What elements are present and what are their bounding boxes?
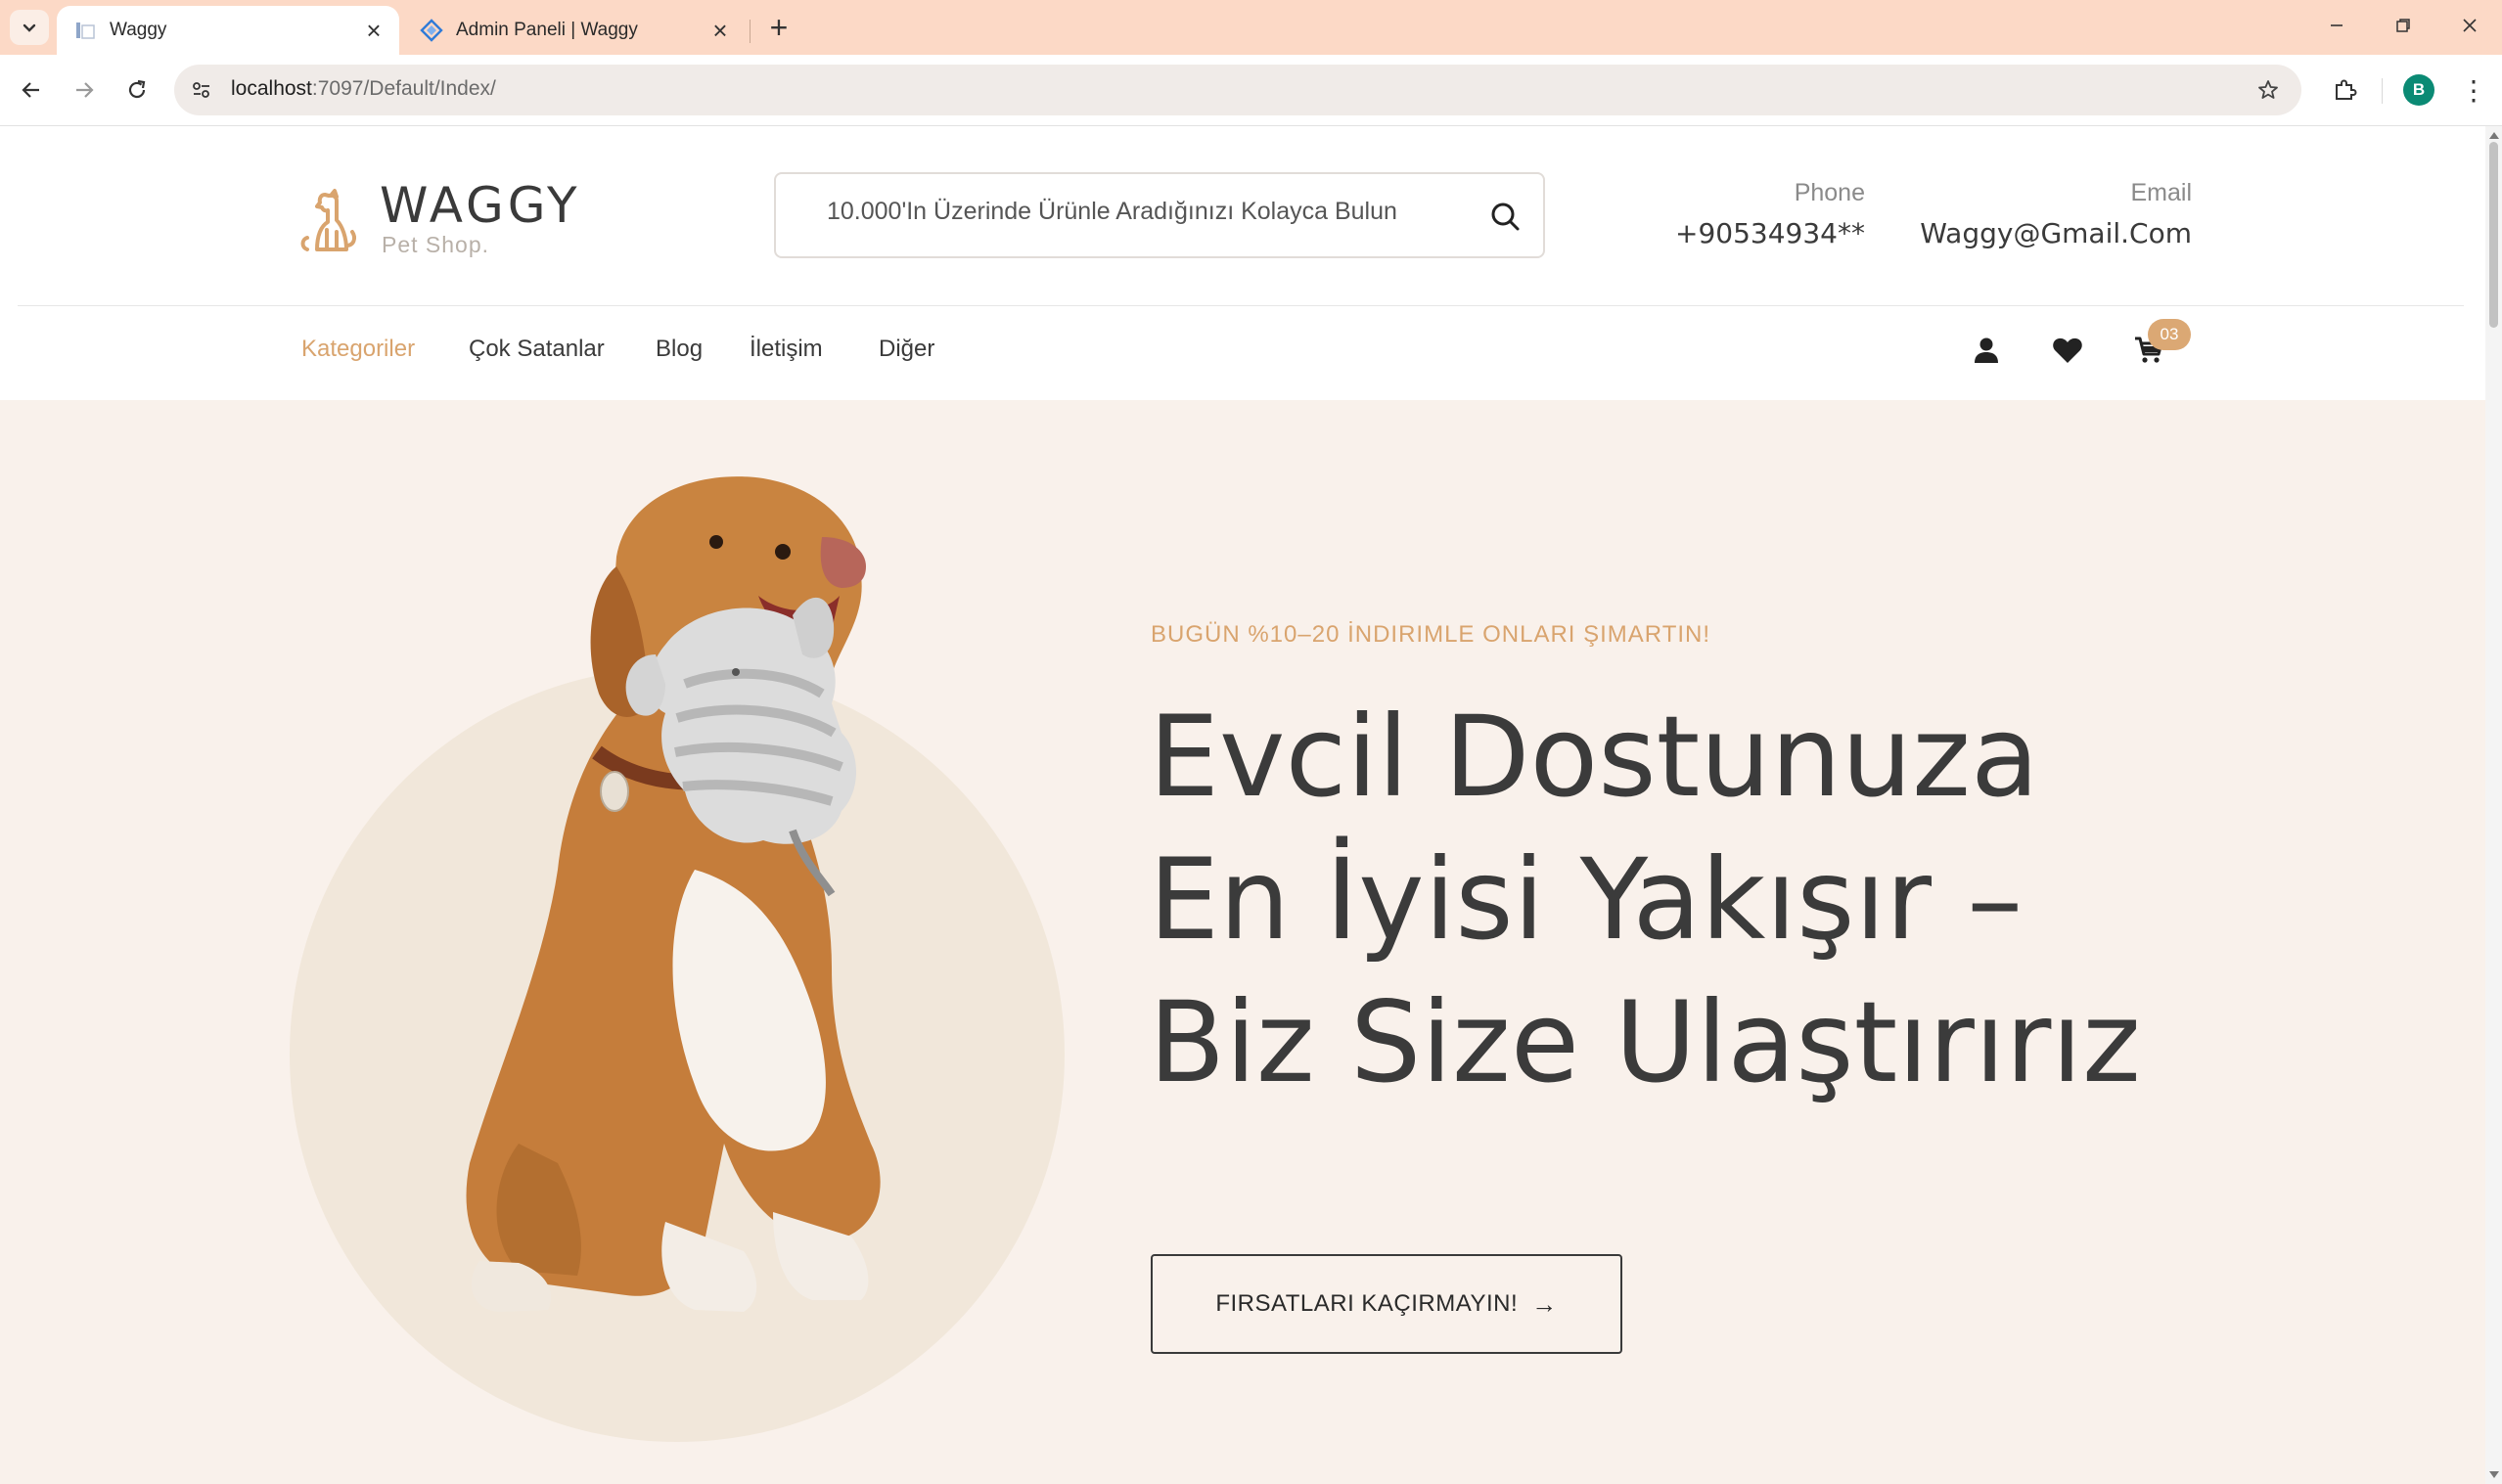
- dog-logo-icon: [300, 189, 356, 251]
- heart-icon: [2053, 337, 2082, 363]
- address-bar[interactable]: localhost:7097/Default/Index/: [174, 65, 2301, 115]
- extensions-button[interactable]: [2325, 70, 2364, 110]
- arrow-right-icon: [76, 82, 94, 98]
- restore-icon: [2396, 19, 2410, 32]
- restore-button[interactable]: [2370, 0, 2436, 51]
- page-viewport: WAGGY Pet Shop. 10.000'In Üzerinde Ürünl…: [0, 126, 2485, 1484]
- url-text[interactable]: localhost:7097/Default/Index/: [231, 77, 496, 101]
- tab-title: Waggy: [110, 20, 167, 40]
- hero-banner: BUGÜN %10–20 İNDIRIMLE ONLARI ŞIMARTIN! …: [0, 400, 2485, 1484]
- dog-with-toy-image: [466, 476, 881, 1312]
- email-value[interactable]: Waggy@Gmail.Com: [1918, 217, 2192, 249]
- cta-label: FIRSATLARI KAÇIRMAYIN!: [1215, 1290, 1519, 1317]
- hero-eyebrow: BUGÜN %10–20 İNDIRIMLE ONLARI ŞIMARTIN!: [1151, 621, 1711, 648]
- hero-headline-line: Evcil Dostunuza: [1149, 692, 2039, 822]
- url-path: :7097/Default/Index/: [311, 77, 496, 100]
- hero-headline-line: Biz Size Ulaştırırız: [1149, 977, 2141, 1107]
- site-logo[interactable]: WAGGY Pet Shop.: [296, 177, 599, 257]
- phone-label: Phone: [1794, 179, 1865, 206]
- browser-toolbar: localhost:7097/Default/Index/ B ⋮: [0, 55, 2502, 126]
- tab-search-button[interactable]: [10, 10, 49, 45]
- url-host: localhost: [231, 77, 312, 100]
- minimize-button[interactable]: [2303, 0, 2370, 51]
- search-icon[interactable]: [1488, 200, 1524, 235]
- nav-blog[interactable]: Blog: [656, 336, 703, 363]
- arrow-left-icon: [22, 82, 39, 98]
- bookmark-star-icon[interactable]: [2252, 74, 2284, 106]
- new-tab-button[interactable]: +: [759, 10, 798, 45]
- nav-cok-satanlar[interactable]: Çok Satanlar: [469, 336, 605, 363]
- email-label: Email: [2130, 179, 2192, 206]
- browser-menu-icon[interactable]: ⋮: [2458, 70, 2489, 110]
- close-tab-icon[interactable]: ×: [703, 13, 738, 48]
- tab-waggy[interactable]: Waggy ×: [57, 6, 399, 55]
- email-contact: Email Waggy@Gmail.Com: [1918, 179, 2192, 249]
- forward-button[interactable]: [65, 70, 104, 110]
- diamond-favicon-icon: [419, 18, 444, 43]
- reload-icon: [128, 79, 146, 99]
- close-icon: [2463, 19, 2477, 32]
- profile-avatar[interactable]: B: [2403, 74, 2434, 106]
- logo-wordmark: WAGGY: [380, 177, 581, 234]
- minimize-icon: [2331, 24, 2343, 26]
- toolbar-divider: [2382, 78, 2383, 104]
- arrow-right-icon: →: [1531, 1288, 1558, 1319]
- nav-iletisim[interactable]: İletişim: [750, 336, 823, 363]
- scroll-down-arrow[interactable]: [2489, 1471, 2499, 1478]
- phone-contact: Phone +90534934**: [1654, 179, 1865, 249]
- page-scrollbar[interactable]: [2485, 126, 2502, 1484]
- tab-admin-panel[interactable]: Admin Paneli | Waggy ×: [403, 6, 746, 55]
- cart-count-badge: 03: [2148, 319, 2191, 350]
- close-window-button[interactable]: [2436, 0, 2502, 51]
- tab-title: Admin Paneli | Waggy: [456, 20, 638, 40]
- chevron-down-icon: [23, 23, 36, 32]
- nav-diger[interactable]: Diğer: [879, 336, 934, 363]
- nav-kategoriler[interactable]: Kategoriler: [301, 336, 415, 363]
- phone-value[interactable]: +90534934**: [1654, 217, 1865, 249]
- tab-divider: [750, 20, 751, 43]
- scrollbar-thumb[interactable]: [2489, 142, 2498, 328]
- search-placeholder: 10.000'In Üzerinde Ürünle Aradığınızı Ko…: [827, 198, 1397, 225]
- site-settings-icon[interactable]: [188, 76, 215, 104]
- header-divider: [18, 305, 2464, 306]
- close-tab-icon[interactable]: ×: [356, 13, 391, 48]
- browser-tab-strip: Waggy × Admin Paneli | Waggy × +: [0, 0, 2502, 55]
- hero-cta-button[interactable]: FIRSATLARI KAÇIRMAYIN! →: [1151, 1254, 1622, 1354]
- wishlist-button[interactable]: [2049, 332, 2086, 369]
- logo-tagline: Pet Shop.: [382, 232, 490, 257]
- user-icon: [1975, 337, 1998, 363]
- page-favicon-icon: [72, 18, 98, 43]
- back-button[interactable]: [12, 70, 51, 110]
- account-button[interactable]: [1968, 332, 2005, 369]
- scroll-up-arrow[interactable]: [2489, 132, 2499, 139]
- reload-button[interactable]: [117, 70, 157, 110]
- product-search-field[interactable]: 10.000'In Üzerinde Ürünle Aradığınızı Ko…: [774, 172, 1545, 258]
- hero-headline: Evcil Dostunuza En İyisi Yakışır – Biz S…: [1149, 686, 2141, 1114]
- hero-headline-line: En İyisi Yakışır –: [1149, 834, 2024, 965]
- puzzle-icon: [2336, 79, 2357, 100]
